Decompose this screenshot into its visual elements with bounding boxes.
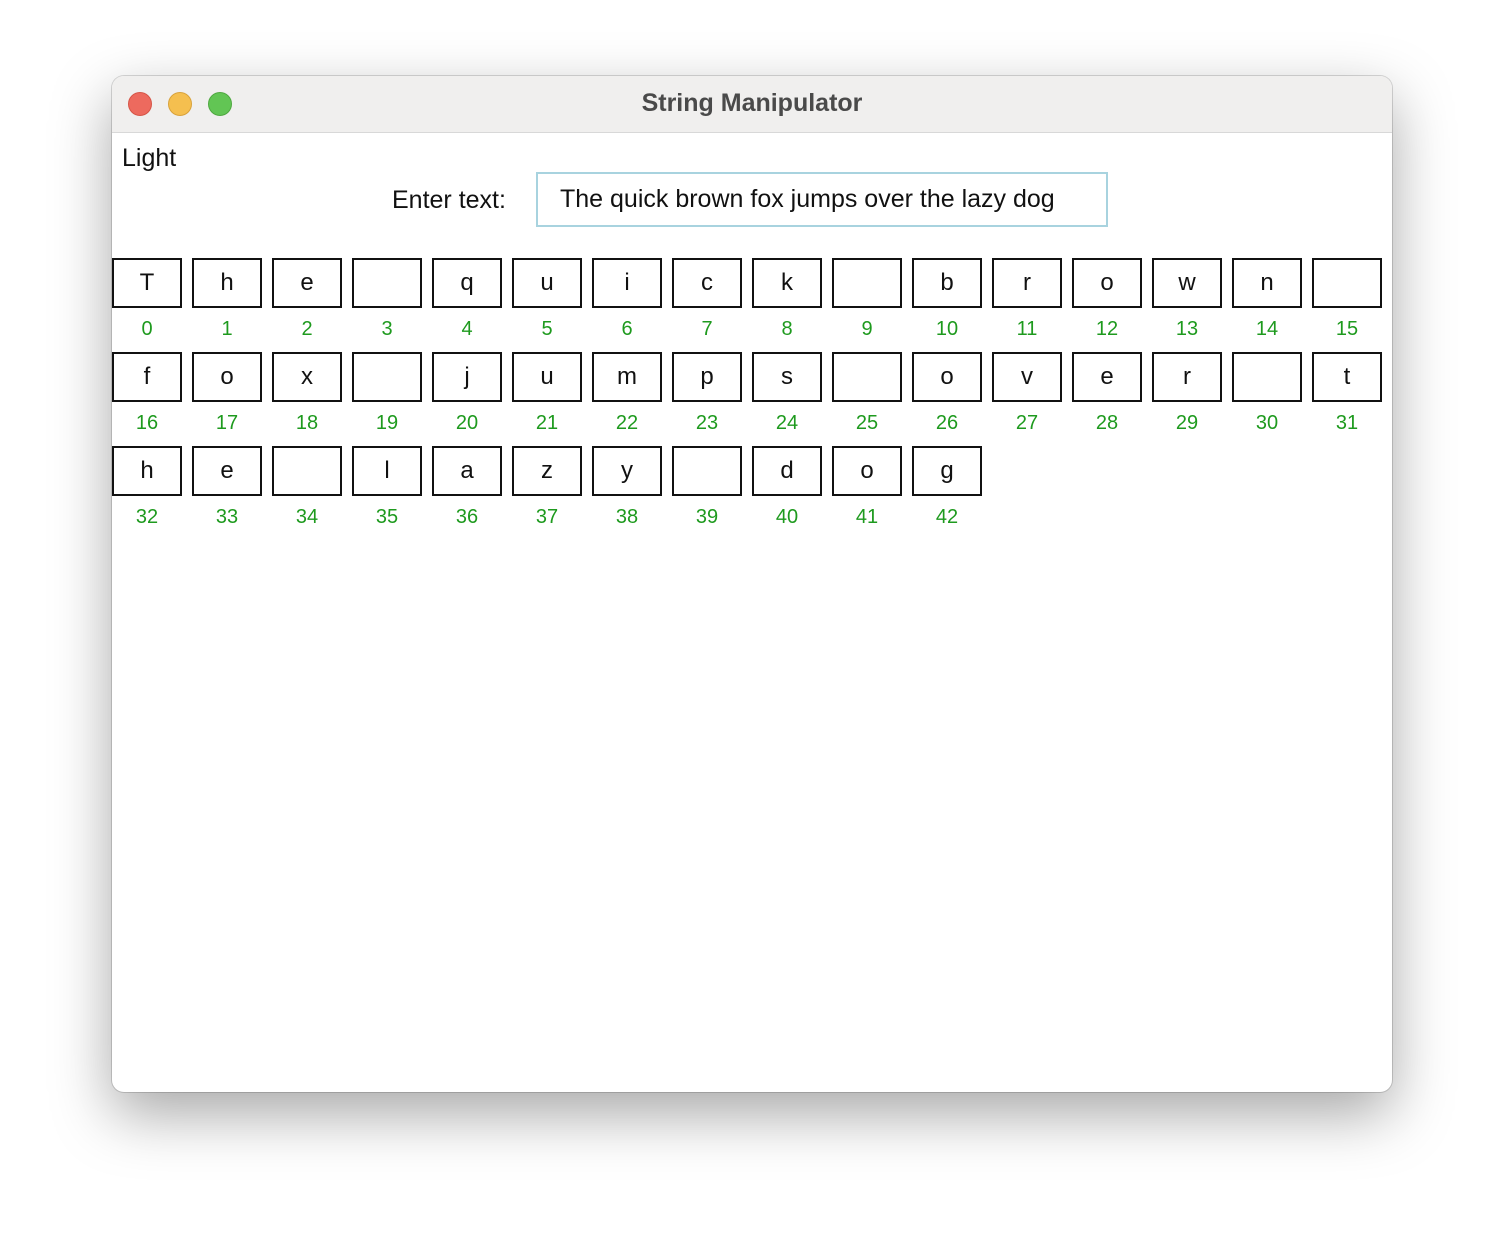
char-cell: s	[752, 352, 822, 402]
char-cell: x	[272, 352, 342, 402]
char-index: 0	[141, 318, 153, 340]
char-cell: q	[432, 258, 502, 308]
char-index: 22	[615, 412, 639, 434]
char-cell: e	[272, 258, 342, 308]
char-index: 30	[1255, 412, 1279, 434]
enter-text-label: Enter text:	[392, 186, 506, 214]
theme-toggle-label[interactable]: Light	[122, 144, 176, 173]
char-cell: l	[352, 446, 422, 496]
char-cell	[1232, 352, 1302, 402]
char-cell: u	[512, 352, 582, 402]
char-index: 23	[695, 412, 719, 434]
char-index: 16	[135, 412, 159, 434]
char-index: 29	[1175, 412, 1199, 434]
char-index: 41	[855, 506, 879, 528]
char-cell: b	[912, 258, 982, 308]
char-index: 8	[781, 318, 793, 340]
char-index: 24	[775, 412, 799, 434]
char-cell: j	[432, 352, 502, 402]
char-cell: d	[752, 446, 822, 496]
char-cell: o	[832, 446, 902, 496]
char-index: 40	[775, 506, 799, 528]
char-cell: e	[1072, 352, 1142, 402]
char-cell: T	[112, 258, 182, 308]
char-index: 5	[541, 318, 553, 340]
char-cell: a	[432, 446, 502, 496]
char-index: 21	[535, 412, 559, 434]
char-cell	[1312, 258, 1382, 308]
char-cell: z	[512, 446, 582, 496]
char-index: 36	[455, 506, 479, 528]
char-cell	[272, 446, 342, 496]
char-cell	[352, 258, 422, 308]
title-bar: String Manipulator	[112, 76, 1392, 133]
char-cell: v	[992, 352, 1062, 402]
char-index: 18	[295, 412, 319, 434]
char-index: 7	[701, 318, 713, 340]
window-title: String Manipulator	[641, 89, 863, 117]
char-index: 19	[375, 412, 399, 434]
char-index: 37	[535, 506, 559, 528]
char-index: 42	[935, 506, 959, 528]
char-cell: i	[592, 258, 662, 308]
char-cell: o	[192, 352, 262, 402]
char-cell: y	[592, 446, 662, 496]
char-cell: m	[592, 352, 662, 402]
char-index: 11	[1016, 318, 1038, 340]
char-index: 17	[215, 412, 239, 434]
char-index: 15	[1335, 318, 1359, 340]
char-index: 20	[455, 412, 479, 434]
char-cell: r	[992, 258, 1062, 308]
char-cell: c	[672, 258, 742, 308]
char-index: 26	[935, 412, 959, 434]
char-index: 25	[855, 412, 879, 434]
char-index: 34	[295, 506, 319, 528]
char-cell: u	[512, 258, 582, 308]
char-index: 3	[381, 318, 393, 340]
char-cell: e	[192, 446, 262, 496]
char-cell: h	[192, 258, 262, 308]
char-index: 9	[861, 318, 873, 340]
char-cell: r	[1152, 352, 1222, 402]
char-cell: g	[912, 446, 982, 496]
char-index: 35	[375, 506, 399, 528]
char-index: 38	[615, 506, 639, 528]
char-index: 6	[621, 318, 633, 340]
app-window: String Manipulator Light Enter text: T 0 h…	[112, 76, 1392, 1092]
char-index: 27	[1015, 412, 1039, 434]
char-index: 4	[461, 318, 473, 340]
char-index: 32	[135, 506, 159, 528]
char-index: 1	[221, 318, 233, 340]
char-cell: o	[912, 352, 982, 402]
char-cell: o	[1072, 258, 1142, 308]
char-cell: p	[672, 352, 742, 402]
char-index: 14	[1255, 318, 1279, 340]
char-index: 33	[215, 506, 239, 528]
char-cell: w	[1152, 258, 1222, 308]
char-index: 39	[695, 506, 719, 528]
char-cell: k	[752, 258, 822, 308]
char-cell: h	[112, 446, 182, 496]
char-cell: t	[1312, 352, 1382, 402]
char-cell: n	[1232, 258, 1302, 308]
char-index: 13	[1175, 318, 1199, 340]
char-cell: f	[112, 352, 182, 402]
char-cell	[672, 446, 742, 496]
char-cell	[832, 258, 902, 308]
char-index: 31	[1335, 412, 1359, 434]
char-cell	[352, 352, 422, 402]
char-index: 2	[301, 318, 313, 340]
char-index: 28	[1095, 412, 1119, 434]
char-cell	[832, 352, 902, 402]
text-input[interactable]	[536, 172, 1108, 227]
char-index: 12	[1095, 318, 1119, 340]
char-index: 10	[935, 318, 959, 340]
